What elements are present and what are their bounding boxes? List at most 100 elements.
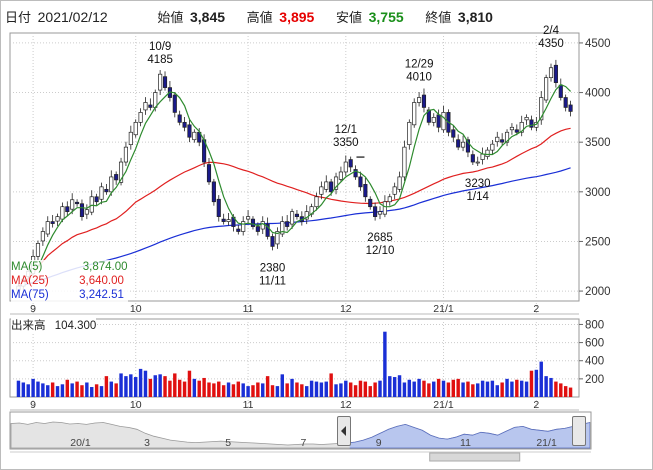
volume-bar <box>158 374 162 397</box>
volume-bar <box>480 380 485 397</box>
candle <box>50 215 55 228</box>
candle-body <box>246 216 251 220</box>
peak-annotation-date: 10/9 <box>149 41 171 53</box>
volume-bar <box>55 386 60 397</box>
navigator-right-handle[interactable] <box>572 416 586 446</box>
candle-body <box>50 221 55 224</box>
candle <box>377 206 383 220</box>
candle <box>65 201 70 216</box>
candle-body <box>475 161 480 164</box>
volume-bar <box>392 377 397 397</box>
ma25-legend-row: MA(25) 3,640.00 <box>11 274 128 288</box>
peak-annotation-value: 3350 <box>333 137 359 149</box>
candle <box>94 193 99 206</box>
volume-bar <box>75 381 79 397</box>
candle-body <box>338 171 343 180</box>
candle-body <box>241 221 246 232</box>
candle <box>172 92 177 118</box>
volume-bar <box>226 382 231 397</box>
candle-body <box>192 131 197 141</box>
candle-body <box>402 146 407 178</box>
candle-body <box>377 211 383 215</box>
price-tick-label: 2500 <box>585 236 611 248</box>
candle-body <box>99 186 104 200</box>
volume-bar <box>559 383 563 397</box>
volume-bar <box>290 378 294 397</box>
volume-bar <box>26 384 30 397</box>
volume-x-tick-label: 2 <box>533 399 539 411</box>
candle-body <box>500 139 505 143</box>
volume-bar <box>80 385 84 397</box>
candle <box>250 216 256 230</box>
navigator-left-handle[interactable] <box>337 416 351 446</box>
volume-bar <box>168 380 172 397</box>
trough-annotation-value: 2685 <box>367 232 393 244</box>
candle <box>216 195 221 222</box>
candle <box>373 202 378 221</box>
ma5-value: 3,874.00 <box>82 261 128 273</box>
volume-bar <box>368 386 372 397</box>
volume-bar <box>383 331 387 397</box>
candle-body <box>211 181 216 203</box>
volume-tick-label: 600 <box>585 338 604 350</box>
volume-bar <box>334 384 338 397</box>
volume-bar <box>466 381 470 397</box>
volume-bar <box>217 381 221 397</box>
volume-bar <box>441 380 446 397</box>
candle-body <box>89 196 94 213</box>
candle <box>246 210 251 225</box>
volume-bar <box>461 382 465 397</box>
candle-body <box>373 206 378 217</box>
candle <box>75 199 80 207</box>
trough-annotation-value: 3230 <box>465 178 491 190</box>
candle <box>138 108 143 127</box>
candle-body <box>65 206 70 213</box>
candle-body <box>548 67 554 79</box>
candle-body <box>329 181 334 193</box>
volume-bar <box>163 376 167 397</box>
volume-bar <box>124 376 128 397</box>
volume-bar <box>505 378 509 397</box>
candle <box>333 172 339 195</box>
candle-body <box>206 164 212 183</box>
candle <box>343 155 348 176</box>
candle-body <box>250 218 256 227</box>
volume-bar <box>60 384 65 397</box>
candle <box>285 215 290 231</box>
candle <box>45 216 50 237</box>
candle-body <box>324 181 329 190</box>
candle-body <box>255 226 260 232</box>
volume-bar <box>348 382 353 397</box>
peak-annotation-value: 4010 <box>406 72 432 84</box>
candle-body <box>387 196 392 203</box>
candle-body <box>514 129 519 133</box>
candle-body <box>456 139 461 148</box>
volume-bar <box>187 370 192 397</box>
volume-bar <box>236 381 241 397</box>
trough-annotation-date: 11/11 <box>259 275 286 287</box>
volume-bar <box>207 382 211 397</box>
price-x-tick-label: 9 <box>30 303 36 315</box>
peak-annotation-value: 4185 <box>147 54 173 66</box>
volume-bar <box>568 387 573 397</box>
candle-body <box>148 104 153 108</box>
volume-bar <box>373 382 377 397</box>
candle-body <box>40 231 45 242</box>
volume-bar <box>280 374 284 397</box>
volume-bar <box>261 383 265 397</box>
candle <box>470 150 475 166</box>
volume-bar <box>456 378 460 397</box>
candle-body <box>285 221 290 227</box>
candle <box>495 131 500 147</box>
volume-bar <box>21 382 26 397</box>
candle <box>348 156 353 172</box>
candle <box>421 88 427 113</box>
volume-bar <box>319 382 324 397</box>
candle <box>35 240 41 261</box>
candle <box>568 100 573 117</box>
candle-body <box>143 102 148 111</box>
volume-bar <box>177 379 182 397</box>
candle <box>89 190 94 216</box>
volume-bar <box>309 380 314 397</box>
candle-body <box>123 146 128 163</box>
